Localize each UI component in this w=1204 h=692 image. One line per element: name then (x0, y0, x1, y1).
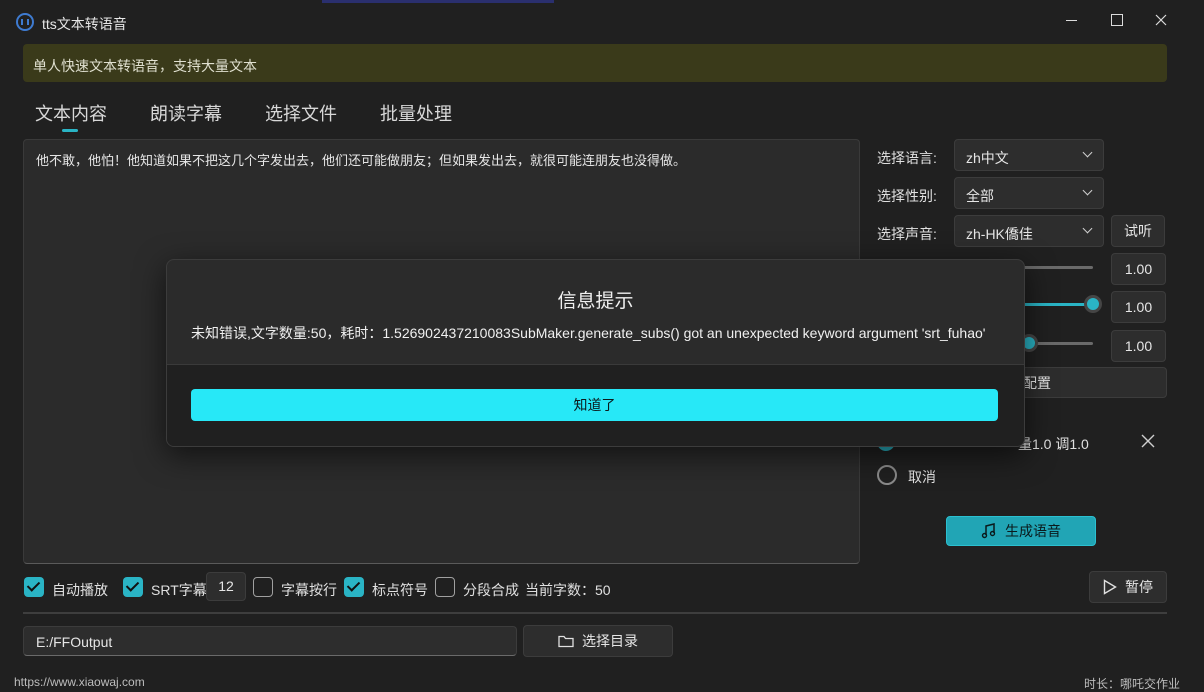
radio-option-cancel[interactable] (877, 465, 897, 485)
voice-value: zh-HK僑佳 (966, 226, 1033, 242)
dialog-message: 未知错误,文字数量:50，耗时：1.526902437210083SubMake… (191, 325, 986, 341)
radio-option-1-label: 量1.0 调1.0 (1018, 436, 1089, 452)
gender-label: 选择性别: (877, 188, 937, 204)
folder-icon (558, 635, 574, 648)
banner-text: 单人快速文本转语音，支持大量文本 (33, 58, 257, 74)
tab-text-content[interactable]: 文本内容 (35, 100, 107, 126)
minimize-icon (1065, 19, 1077, 21)
autoplay-checkbox[interactable] (24, 577, 44, 597)
config-label: 配置 (1023, 374, 1051, 391)
remove-option-button[interactable] (1141, 434, 1155, 448)
segment-label: 分段合成 (463, 582, 519, 598)
chevron-down-icon (1082, 223, 1093, 234)
gender-select[interactable]: 全部 (954, 177, 1104, 209)
play-icon (1103, 579, 1117, 595)
language-value: zh中文 (966, 150, 1009, 166)
volume-slider[interactable] (1022, 303, 1093, 306)
gender-value: 全部 (966, 188, 994, 204)
chevron-down-icon (1082, 147, 1093, 158)
srt-checkbox[interactable] (123, 577, 143, 597)
output-path-input[interactable]: E:/FFOutput (23, 626, 517, 656)
rate-slider[interactable] (1022, 266, 1093, 269)
footer-website-link[interactable]: https://www.xiaowaj.com (14, 675, 145, 689)
listen-button[interactable]: 试听 (1111, 215, 1165, 247)
minimize-button[interactable] (1056, 8, 1086, 32)
segment-checkbox[interactable] (435, 577, 455, 597)
chevron-down-icon (1082, 185, 1093, 196)
close-icon (1155, 14, 1167, 26)
line-break-checkbox[interactable] (253, 577, 273, 597)
generate-audio-label: 生成语音 (1005, 523, 1061, 539)
language-select[interactable]: zh中文 (954, 139, 1104, 171)
maximize-icon (1111, 14, 1123, 26)
punctuation-checkbox[interactable] (344, 577, 364, 597)
maximize-button[interactable] (1102, 8, 1132, 32)
autoplay-label: 自动播放 (52, 582, 108, 598)
tab-batch-processing[interactable]: 批量处理 (380, 100, 452, 126)
close-icon (1141, 434, 1155, 448)
tab-select-file[interactable]: 选择文件 (265, 100, 337, 126)
language-label: 选择语言: (877, 150, 937, 166)
srt-label: SRT字幕 (151, 582, 207, 598)
punctuation-label: 标点符号 (372, 582, 428, 598)
dialog-title: 信息提示 (557, 291, 634, 312)
volume-value[interactable]: 1.00 (1111, 291, 1166, 323)
editor-text: 他不敢，他怕！他知道如果不把这几个字发出去，他们还可能做朋友；但如果发出去，就很… (36, 153, 687, 168)
pause-button[interactable]: 暂停 (1089, 571, 1167, 603)
radio-option-cancel-label: 取消 (908, 469, 936, 485)
window-title: tts文本转语音 (42, 16, 127, 32)
generate-audio-button[interactable]: 生成语音 (946, 516, 1096, 546)
music-note-icon (981, 523, 996, 539)
pause-label: 暂停 (1125, 579, 1153, 595)
info-dialog: 信息提示 未知错误,文字数量:50，耗时：1.526902437210083Su… (166, 259, 1025, 447)
choose-directory-button[interactable]: 选择目录 (523, 625, 673, 657)
config-button[interactable]: 配置 (1010, 367, 1167, 398)
pitch-value[interactable]: 1.00 (1111, 330, 1166, 362)
volume-slider-handle[interactable] (1084, 295, 1102, 313)
choose-directory-label: 选择目录 (582, 633, 638, 649)
line-break-label: 字幕按行 (281, 582, 337, 598)
tab-subtitle-reading[interactable]: 朗读字幕 (150, 100, 222, 126)
voice-select[interactable]: zh-HK僑佳 (954, 215, 1104, 247)
voice-label: 选择声音: (877, 226, 937, 242)
srt-value-input[interactable]: 12 (206, 572, 246, 601)
section-divider (23, 612, 1167, 614)
output-path-value: E:/FFOutput (36, 634, 113, 650)
active-tab-indicator (62, 129, 78, 132)
rate-value[interactable]: 1.00 (1111, 253, 1166, 285)
app-logo-icon (16, 13, 34, 31)
top-edge-strip (322, 0, 554, 3)
info-banner: 单人快速文本转语音，支持大量文本 (23, 44, 1167, 82)
close-button[interactable] (1146, 8, 1176, 32)
char-count: 当前字数：50 (525, 582, 611, 598)
dialog-ok-button[interactable]: 知道了 (191, 389, 998, 421)
